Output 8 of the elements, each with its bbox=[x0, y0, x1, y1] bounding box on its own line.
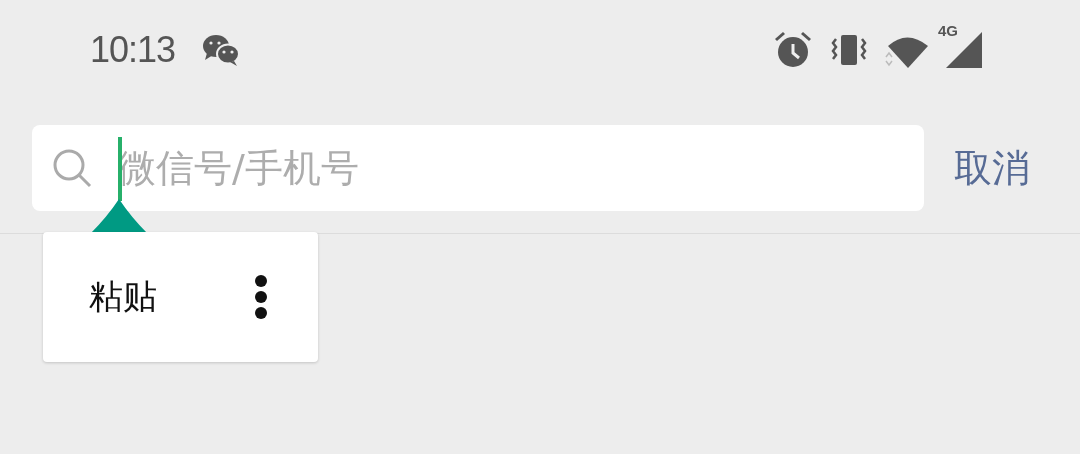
status-time: 10:13 bbox=[90, 29, 176, 71]
paste-menu-item[interactable]: 粘贴 bbox=[89, 274, 157, 320]
network-label: 4G bbox=[938, 22, 958, 39]
text-cursor bbox=[118, 137, 122, 201]
cancel-button[interactable]: 取消 bbox=[954, 142, 1030, 194]
search-field[interactable]: 微信号/手机号 bbox=[32, 125, 924, 211]
selection-handle[interactable] bbox=[91, 199, 147, 233]
more-icon[interactable] bbox=[254, 274, 268, 320]
